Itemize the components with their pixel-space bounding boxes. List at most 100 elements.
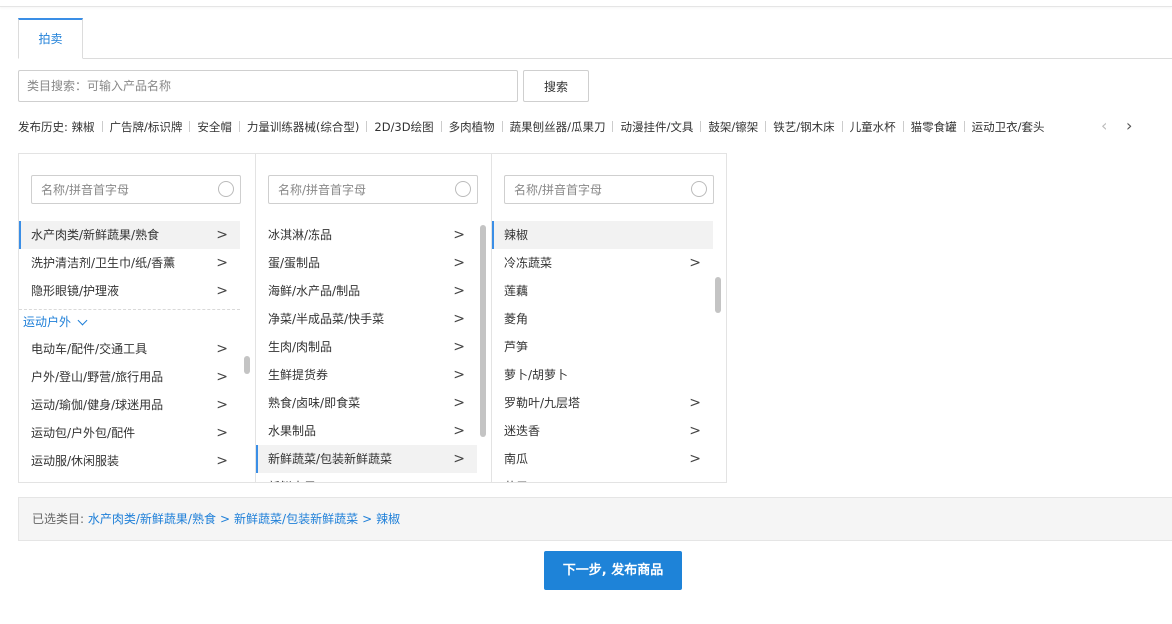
breadcrumb-separator: >	[362, 512, 373, 526]
category-item-label: 莲藕	[504, 284, 529, 298]
history-item[interactable]: 多肉植物	[449, 120, 495, 134]
history-divider	[501, 121, 503, 132]
history-item[interactable]: 猫零食罐	[911, 120, 957, 134]
category-column-level2: 冰淇淋/冻品>蛋/蛋制品>海鲜/水产品/制品>净菜/半成品菜/快手菜>生肉/肉制…	[256, 154, 492, 482]
history-item[interactable]: 动漫挂件/文具	[620, 120, 693, 134]
history-item[interactable]: 力量训练器械(综合型)	[247, 120, 359, 134]
category-item[interactable]: 蛋/蛋制品 >	[256, 249, 477, 277]
category-item-label: 海鲜/水产品/制品	[268, 284, 361, 298]
category-list: 冰淇淋/冻品 > 蛋/蛋制品 > 海鲜/水产品/制品 > 净菜/半成品菜/快手菜 > 生肉/肉制…	[256, 221, 477, 482]
history-divider	[189, 121, 191, 132]
chevron-right-icon: >	[689, 255, 701, 271]
history-item[interactable]: 铁艺/钢木床	[773, 120, 834, 134]
category-item-label: 运动/瑜伽/健身/球迷用品	[31, 398, 164, 412]
search-icon[interactable]	[691, 181, 707, 197]
category-item[interactable]: 运动包/户外包/配件 >	[19, 419, 240, 447]
chevron-right-icon: >	[453, 367, 465, 383]
category-item[interactable]: 海鲜/水产品/制品 >	[256, 277, 477, 305]
category-item-label: 萝卜/胡萝卜	[504, 368, 569, 382]
category-item[interactable]: 户外/登山/野营/旅行用品 >	[19, 363, 240, 391]
search-icon[interactable]	[218, 181, 234, 197]
category-item[interactable]: 罗勒叶/九层塔 >	[492, 389, 713, 417]
history-next-icon[interactable]: ›	[1126, 116, 1132, 136]
history-divider	[440, 121, 442, 132]
category-item[interactable]: 生鲜提货券 >	[256, 361, 477, 389]
column-search-input[interactable]	[268, 175, 478, 204]
category-item[interactable]: 运动/瑜伽/健身/球迷用品 >	[19, 391, 240, 419]
next-publish-button[interactable]: 下一步, 发布商品	[544, 551, 682, 590]
history-item[interactable]: 辣椒	[72, 120, 95, 134]
scrollbar-thumb[interactable]	[244, 356, 250, 374]
category-item[interactable]: 冰淇淋/冻品 >	[256, 221, 477, 249]
column-search-input[interactable]	[31, 175, 241, 204]
category-item[interactable]: 茄子	[492, 473, 713, 482]
chevron-right-icon: >	[216, 283, 228, 299]
scrollbar[interactable]	[713, 221, 723, 482]
history-divider	[841, 121, 843, 132]
category-item-label: 菱角	[504, 312, 529, 326]
category-item[interactable]: 萝卜/胡萝卜	[492, 361, 713, 389]
category-item[interactable]: 新鲜水果 >	[256, 473, 477, 482]
category-item[interactable]: 熟食/卤味/即食菜 >	[256, 389, 477, 417]
category-item-label: 新鲜蔬菜/包装新鲜蔬菜	[268, 452, 393, 466]
category-item-label: 生肉/肉制品	[268, 340, 333, 354]
category-group-header[interactable]: 运动户外	[19, 309, 240, 335]
category-item[interactable]: 洗护清洁剂/卫生巾/纸/香薰 >	[19, 249, 240, 277]
scrollbar[interactable]	[242, 221, 252, 482]
history-item[interactable]: 鼓架/镲架	[708, 120, 758, 134]
scrollbar[interactable]	[478, 221, 488, 482]
history-item[interactable]: 2D/3D绘图	[374, 120, 433, 134]
category-column-level1: 水产肉类/新鲜蔬果/熟食 > 洗护清洁剂/卫生巾/纸/香薰 > 隐形眼镜/护理液 > 运动户…	[19, 154, 256, 482]
category-item[interactable]: 莲藕	[492, 277, 713, 305]
column-search-input[interactable]	[504, 175, 714, 204]
category-search-input[interactable]	[18, 70, 518, 102]
history-item[interactable]: 蔬果刨丝器/瓜果刀	[510, 120, 606, 134]
category-item[interactable]: 南瓜 >	[492, 445, 713, 473]
history-item[interactable]: 运动卫衣/套头	[972, 120, 1045, 134]
category-item-label: 南瓜	[504, 452, 529, 466]
chevron-right-icon: >	[216, 341, 228, 357]
category-item[interactable]: 净菜/半成品菜/快手菜 >	[256, 305, 477, 333]
selected-category-bar: 已选类目: 水产肉类/新鲜蔬果/熟食 > 新鲜蔬菜/包装新鲜蔬菜 > 辣椒	[18, 497, 1172, 541]
category-item[interactable]: 隐形眼镜/护理液 >	[19, 277, 240, 305]
category-item-label: 电动车/配件/交通工具	[31, 342, 148, 356]
category-item[interactable]: 辣椒	[492, 221, 713, 249]
tab-divider	[18, 58, 1172, 59]
category-item[interactable]: 生肉/肉制品 >	[256, 333, 477, 361]
category-item[interactable]: 水果制品 >	[256, 417, 477, 445]
chevron-right-icon: >	[453, 473, 465, 482]
selected-path-item[interactable]: 辣椒	[376, 512, 400, 526]
category-item[interactable]: 菱角	[492, 305, 713, 333]
category-item[interactable]: 迷迭香 >	[492, 417, 713, 445]
chevron-right-icon: >	[453, 283, 465, 299]
selected-path-item[interactable]: 水产肉类/新鲜蔬果/熟食	[88, 512, 216, 526]
category-item-label: 罗勒叶/九层塔	[504, 396, 581, 410]
category-item[interactable]: 冷冻蔬菜 >	[492, 249, 713, 277]
tab-auction[interactable]: 拍卖	[18, 18, 83, 59]
history-prev-icon[interactable]: ‹	[1101, 116, 1107, 136]
category-item[interactable]: 水产肉类/新鲜蔬果/熟食 >	[19, 221, 240, 249]
category-item[interactable]: 新鲜蔬菜/包装新鲜蔬菜 >	[256, 445, 477, 473]
category-item[interactable]: 电动车/配件/交通工具 >	[19, 335, 240, 363]
chevron-right-icon: >	[453, 339, 465, 355]
category-item[interactable]: 运动服/休闲服装 >	[19, 447, 240, 475]
search-button[interactable]: 搜索	[523, 70, 589, 102]
history-item[interactable]: 广告牌/标识牌	[110, 120, 183, 134]
search-icon[interactable]	[455, 181, 471, 197]
category-item[interactable]: 芦笋	[492, 333, 713, 361]
chevron-right-icon: >	[216, 475, 228, 482]
category-item-label: 净菜/半成品菜/快手菜	[268, 312, 385, 326]
chevron-right-icon: >	[453, 255, 465, 271]
history-item[interactable]: 儿童水杯	[850, 120, 896, 134]
category-item-label: 新鲜水果	[268, 480, 316, 482]
scrollbar-thumb[interactable]	[480, 225, 486, 437]
selected-label: 已选类目:	[32, 512, 85, 526]
selected-path-item[interactable]: 新鲜蔬菜/包装新鲜蔬菜	[234, 512, 358, 526]
history-item[interactable]: 安全帽	[197, 120, 232, 134]
chevron-down-icon	[77, 315, 88, 326]
history-label: 发布历史:	[18, 120, 68, 134]
scrollbar-thumb[interactable]	[715, 277, 721, 313]
history-divider	[612, 121, 614, 132]
category-item-label: 运动服/休闲服装	[31, 454, 120, 468]
category-item[interactable]: 运动鞋>	[19, 475, 240, 482]
